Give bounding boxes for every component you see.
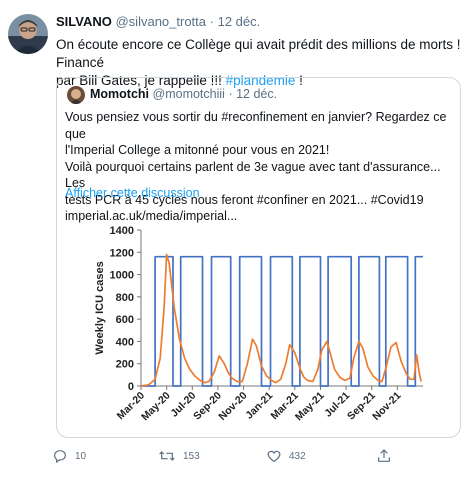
x-tick-label: May-20 <box>139 390 173 424</box>
y-tick-label: 600 <box>116 314 134 326</box>
quoted-text: Vous pensiez vous sortir du #reconfineme… <box>65 109 455 225</box>
author-name[interactable]: SILVANO <box>56 14 112 29</box>
y-tick-label: 1200 <box>110 247 134 259</box>
tweet-text-line1: On écoute encore ce Collège qui avait pr… <box>56 37 461 70</box>
icu-chart: 0 200 400 600 800 1000 1200 1400 Weekly ICU case… <box>89 222 427 434</box>
tweet-date[interactable]: 12 déc. <box>218 14 261 29</box>
quoted-author-avatar[interactable] <box>67 86 85 104</box>
heart-icon <box>267 450 281 463</box>
capacity-series-line <box>141 255 423 387</box>
reply-count: 10 <box>75 450 87 462</box>
quoted-header: Momotchi @momotchiii · 12 déc. <box>90 87 277 101</box>
y-tick-label: 0 <box>128 381 134 393</box>
y-tick-label: 800 <box>116 292 134 304</box>
action-bar: 10 153 432 <box>0 448 473 470</box>
y-tick-label: 1400 <box>110 225 134 237</box>
quoted-text-line: Vous pensiez vous sortir du #reconfineme… <box>65 110 447 141</box>
y-tick-label: 400 <box>116 336 134 348</box>
quoted-text-line: l'Imperial College a mitonné pour vous e… <box>65 143 330 157</box>
share-button[interactable] <box>376 448 392 464</box>
y-tick-label: 1000 <box>110 270 134 282</box>
x-tick-label: May-21 <box>293 390 327 424</box>
quoted-author-handle[interactable]: @momotchiii <box>153 87 225 101</box>
share-icon <box>378 449 390 462</box>
separator-dot: · <box>228 87 233 101</box>
reply-button[interactable]: 10 <box>52 448 86 464</box>
author-avatar[interactable] <box>8 14 48 54</box>
chart-svg: 0 200 400 600 800 1000 1200 1400 Weekly ICU case… <box>94 225 423 424</box>
retweet-icon <box>159 451 175 461</box>
quoted-date[interactable]: 12 déc. <box>236 87 277 101</box>
retweet-count: 153 <box>183 450 200 462</box>
like-button[interactable]: 432 <box>266 448 306 464</box>
separator-dot: · <box>209 14 214 29</box>
x-tick-label: Nov-20 <box>216 390 249 423</box>
reply-icon <box>54 450 66 464</box>
show-thread-link[interactable]: Afficher cette discussion <box>65 186 200 200</box>
retweet-button[interactable]: 153 <box>158 448 200 464</box>
author-handle[interactable]: @silvano_trotta <box>115 14 206 29</box>
quoted-author-name[interactable]: Momotchi <box>90 87 149 101</box>
y-tick-label: 200 <box>116 359 134 371</box>
y-axis-label: Weekly ICU cases <box>94 261 106 354</box>
like-count: 432 <box>289 450 306 462</box>
tweet-card[interactable]: SILVANO @silvano_trotta · 12 déc. On éco… <box>0 0 473 479</box>
tweet-header: SILVANO @silvano_trotta · 12 déc. <box>56 14 260 29</box>
quoted-tweet[interactable]: Momotchi @momotchiii · 12 déc. Vous pens… <box>56 77 461 438</box>
x-tick-label: Nov-21 <box>370 390 403 423</box>
